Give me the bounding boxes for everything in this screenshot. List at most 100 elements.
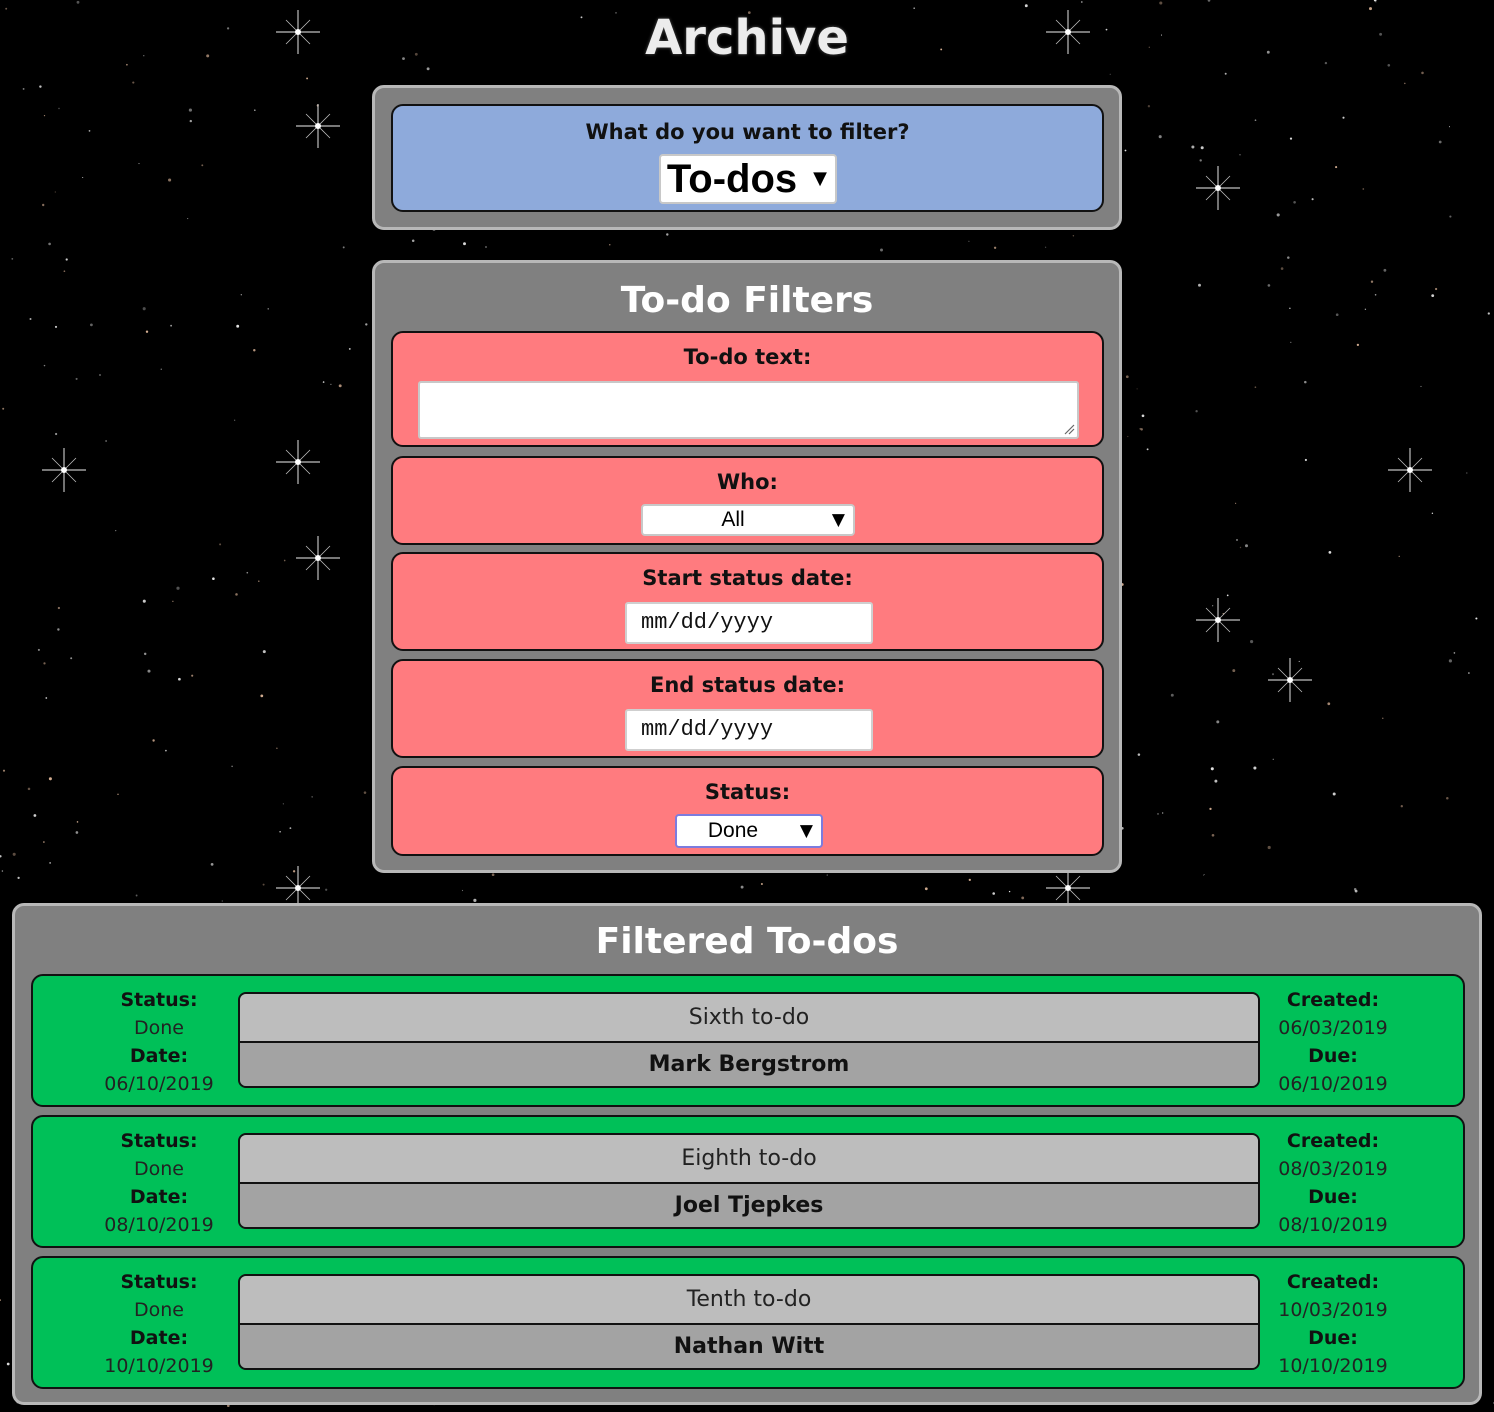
star bbox=[1311, 198, 1314, 201]
filter-type-select[interactable]: To-dos ▼ bbox=[659, 154, 837, 204]
star bbox=[1383, 268, 1387, 272]
star bbox=[1276, 213, 1280, 217]
start-date-input[interactable]: mm/dd/yyyy bbox=[625, 602, 873, 644]
star bbox=[1198, 283, 1201, 287]
star bbox=[1421, 71, 1424, 75]
star bbox=[142, 307, 146, 311]
todo-content: Tenth to-do Nathan Witt bbox=[238, 1274, 1260, 1370]
created-value: 06/03/2019 bbox=[1278, 1017, 1388, 1039]
due-label: Due: bbox=[1308, 1186, 1358, 1208]
star bbox=[267, 308, 269, 310]
todo-result-card[interactable]: Status: Done Date: 08/10/2019 Eighth to-… bbox=[31, 1115, 1465, 1248]
star bbox=[1158, 135, 1162, 139]
star bbox=[992, 892, 995, 895]
star bbox=[1162, 812, 1164, 814]
star bbox=[0, 1299, 1, 1301]
sparkle-star bbox=[1268, 658, 1312, 702]
filter-type-label: What do you want to filter? bbox=[585, 120, 910, 144]
star bbox=[99, 374, 101, 376]
star bbox=[253, 349, 256, 352]
star bbox=[1289, 307, 1291, 309]
date-value: 06/10/2019 bbox=[104, 1073, 214, 1095]
todo-filters-panel: To-do Filters To-do text: Who: All ▼ Sta… bbox=[372, 260, 1122, 873]
star bbox=[147, 669, 151, 673]
star bbox=[138, 163, 140, 165]
star bbox=[0, 855, 2, 858]
star bbox=[1125, 375, 1129, 379]
star bbox=[1431, 512, 1434, 514]
filter-type-panel: What do you want to filter? To-dos ▼ bbox=[372, 85, 1122, 230]
todo-assignee: Mark Bergstrom bbox=[240, 1043, 1258, 1086]
who-select[interactable]: All ▼ bbox=[641, 504, 855, 536]
who-filter-card: Who: All ▼ bbox=[391, 456, 1104, 545]
date-value: 10/10/2019 bbox=[104, 1355, 214, 1377]
star bbox=[342, 246, 345, 249]
dropdown-arrow-icon: ▼ bbox=[813, 168, 827, 189]
star bbox=[1239, 546, 1242, 549]
todo-text-label: To-do text: bbox=[683, 345, 812, 369]
star bbox=[49, 862, 51, 864]
star bbox=[1287, 256, 1290, 259]
todo-result-card[interactable]: Status: Done Date: 06/10/2019 Sixth to-d… bbox=[31, 974, 1465, 1107]
star bbox=[39, 85, 42, 88]
todo-result-card[interactable]: Status: Done Date: 10/10/2019 Tenth to-d… bbox=[31, 1256, 1465, 1389]
star bbox=[1226, 594, 1229, 597]
todo-text-input[interactable] bbox=[418, 381, 1079, 439]
todo-text-filter-card: To-do text: bbox=[391, 331, 1104, 447]
star bbox=[1374, 294, 1377, 296]
star bbox=[1438, 140, 1442, 144]
star bbox=[306, 77, 309, 80]
page-title: Archive bbox=[645, 10, 849, 66]
star bbox=[2, 407, 5, 410]
todo-content: Eighth to-do Joel Tjepkes bbox=[238, 1133, 1260, 1229]
star bbox=[473, 898, 477, 902]
who-selected: All bbox=[721, 508, 745, 531]
star bbox=[1362, 188, 1365, 190]
star bbox=[172, 600, 174, 602]
star bbox=[1328, 551, 1332, 554]
star bbox=[63, 270, 66, 273]
star bbox=[11, 258, 14, 260]
star bbox=[826, 874, 828, 876]
star bbox=[235, 593, 238, 596]
end-date-input[interactable]: mm/dd/yyyy bbox=[625, 709, 873, 751]
star bbox=[411, 239, 415, 243]
star bbox=[1370, 280, 1374, 283]
resize-grip-icon[interactable] bbox=[1063, 423, 1075, 435]
star bbox=[289, 827, 292, 830]
star bbox=[463, 242, 466, 246]
star bbox=[142, 599, 146, 603]
star bbox=[176, 586, 180, 590]
status-label: Status: bbox=[120, 1271, 198, 1293]
star bbox=[1080, 1, 1083, 3]
star bbox=[491, 873, 495, 877]
star bbox=[760, 882, 763, 886]
star bbox=[22, 87, 25, 90]
status-label: Status: bbox=[120, 989, 198, 1011]
star bbox=[221, 900, 223, 902]
star bbox=[1195, 410, 1198, 413]
star bbox=[1021, 896, 1025, 900]
star bbox=[1290, 341, 1292, 344]
star bbox=[1141, 414, 1145, 418]
star bbox=[1398, 555, 1400, 557]
star bbox=[1210, 767, 1214, 771]
status-select[interactable]: Done ▼ bbox=[675, 814, 823, 848]
star bbox=[1449, 215, 1452, 218]
star bbox=[43, 114, 46, 117]
star bbox=[283, 559, 286, 562]
star bbox=[210, 863, 214, 866]
star bbox=[117, 793, 119, 795]
todo-text: Sixth to-do bbox=[240, 994, 1258, 1043]
star bbox=[1157, 813, 1159, 815]
star bbox=[325, 888, 328, 891]
star bbox=[322, 381, 325, 383]
star bbox=[311, 796, 313, 798]
status-value: Done bbox=[134, 1299, 184, 1321]
star bbox=[240, 294, 242, 296]
star bbox=[1304, 458, 1307, 462]
star bbox=[1109, 73, 1111, 75]
star bbox=[461, 889, 464, 892]
sparkle-star bbox=[1196, 166, 1240, 210]
star bbox=[88, 130, 91, 132]
